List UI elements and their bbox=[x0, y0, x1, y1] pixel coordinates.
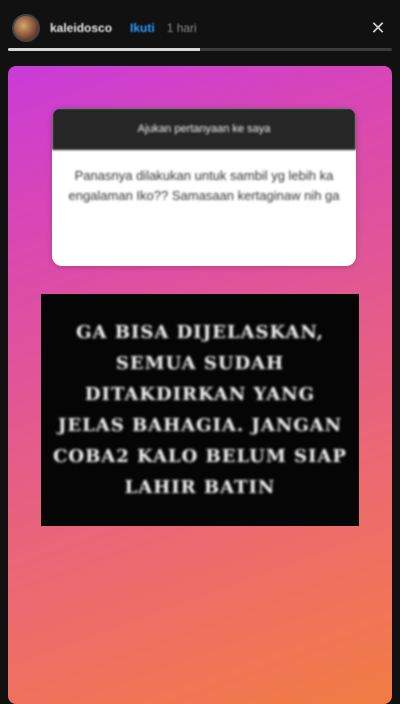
answer-text: GA BISA DIJELASKAN, SEMUA SUDAH DITAKDIR… bbox=[53, 322, 347, 498]
follow-button[interactable]: Ikuti bbox=[130, 21, 155, 35]
avatar[interactable] bbox=[12, 14, 40, 42]
username[interactable]: kaleidosco bbox=[50, 21, 112, 35]
post-time: 1 hari bbox=[166, 21, 197, 35]
close-icon[interactable]: ✕ bbox=[368, 18, 388, 38]
story-canvas[interactable]: Ajukan pertanyaan ke saya Panasnya dilak… bbox=[8, 66, 392, 704]
story-header: kaleidosco Ikuti 1 hari ✕ bbox=[0, 0, 400, 56]
question-title: Ajukan pertanyaan ke saya bbox=[52, 108, 356, 150]
answer-text-block: GA BISA DIJELASKAN, SEMUA SUDAH DITAKDIR… bbox=[41, 294, 359, 526]
story-viewer: kaleidosco Ikuti 1 hari ✕ Ajukan pertany… bbox=[0, 0, 400, 704]
question-sticker: Ajukan pertanyaan ke saya Panasnya dilak… bbox=[52, 108, 356, 266]
question-text: Panasnya dilakukan untuk sambil yg lebih… bbox=[68, 168, 340, 203]
